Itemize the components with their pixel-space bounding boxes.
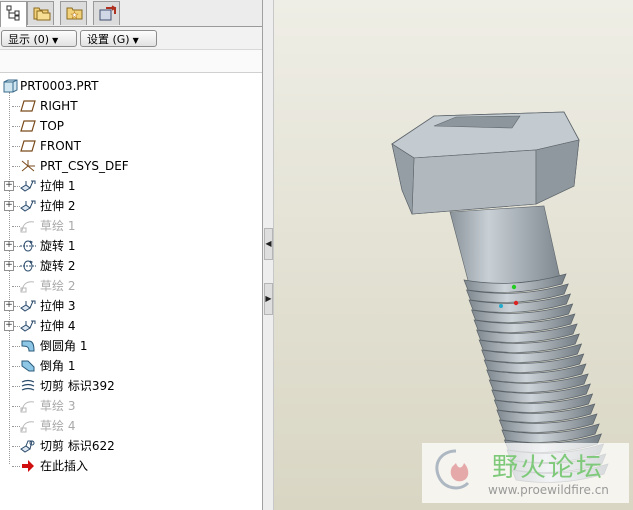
- tree-item-label: 草绘 4: [40, 419, 76, 433]
- graphics-viewport[interactable]: [274, 0, 633, 510]
- model-tree: PRT0003.PRT RIGHT TOP FRONT PRT_CSYS_DEF…: [0, 76, 262, 476]
- tree-item-label: TOP: [40, 119, 65, 133]
- tree-item[interactable]: RIGHT: [0, 96, 262, 116]
- settings-dropdown[interactable]: 设置 (G) ▼: [80, 30, 157, 47]
- forum-watermark: 野火论坛 www.proewildfire.cn: [422, 443, 629, 503]
- tab-model-tree[interactable]: [0, 1, 27, 27]
- panel-splitter[interactable]: ◀ ▶: [263, 0, 274, 510]
- expand-icon[interactable]: +: [4, 241, 14, 251]
- tree-item-label: 草绘 2: [40, 279, 76, 293]
- bolt-model: [391, 111, 609, 483]
- tree-item-label: 在此插入: [40, 459, 89, 473]
- tree-item-label: 草绘 1: [40, 219, 76, 233]
- settings-dropdown-label: 设置 (G): [87, 33, 130, 46]
- tab-folder-browser[interactable]: [27, 1, 54, 25]
- expand-icon[interactable]: +: [4, 261, 14, 271]
- tree-item-label: 拉伸 2: [40, 199, 76, 213]
- tree-item[interactable]: 草绘 1: [0, 216, 262, 236]
- chevron-right-icon: ▶: [265, 294, 272, 303]
- tree-root-item[interactable]: PRT0003.PRT: [0, 76, 262, 96]
- tree-item-insert-here[interactable]: 在此插入: [0, 456, 262, 476]
- tree-item[interactable]: + 拉伸 3: [0, 296, 262, 316]
- tree-toolbar: 显示 (0) ▼ 设置 (G) ▼: [0, 27, 262, 49]
- tree-item[interactable]: 倒角 1: [0, 356, 262, 376]
- part-icon: [3, 79, 18, 93]
- tree-item-label: 倒角 1: [40, 359, 76, 373]
- tree-item-label: 草绘 3: [40, 399, 76, 413]
- chevron-down-icon: ▼: [132, 36, 139, 45]
- tree-item-label: RIGHT: [40, 99, 78, 113]
- helical-cut-icon: [21, 379, 35, 391]
- chevron-left-icon: ◀: [265, 239, 272, 248]
- tree-item[interactable]: 切剪 标识392: [0, 376, 262, 396]
- tree-item[interactable]: FRONT: [0, 136, 262, 156]
- show-dropdown[interactable]: 显示 (0) ▼: [1, 30, 77, 47]
- csys-icon: [21, 160, 35, 172]
- chamfer-icon: [21, 360, 35, 372]
- expand-icon[interactable]: +: [4, 201, 14, 211]
- extrude-icon: [20, 300, 36, 312]
- tree-item-label: FRONT: [40, 139, 81, 153]
- folder-browser-icon: [33, 7, 51, 21]
- tree-item[interactable]: TOP: [0, 116, 262, 136]
- extrude-icon: [20, 200, 36, 212]
- expand-right-button[interactable]: ▶: [264, 283, 273, 315]
- tree-item[interactable]: 切剪 标识622: [0, 436, 262, 456]
- tree-item-label: 拉伸 1: [40, 179, 76, 193]
- expand-icon[interactable]: +: [4, 181, 14, 191]
- expand-icon[interactable]: +: [4, 321, 14, 331]
- tree-item-label: 倒圆角 1: [40, 339, 88, 353]
- tree-item-label: 旋转 2: [40, 259, 76, 273]
- connections-icon: [99, 5, 117, 21]
- favorites-icon: [66, 7, 83, 20]
- sketch-icon: [20, 401, 35, 413]
- cut-icon: [20, 440, 35, 453]
- tree-item[interactable]: 草绘 2: [0, 276, 262, 296]
- datum-plane-icon: [20, 140, 36, 152]
- forum-logo-icon: [435, 449, 470, 490]
- datum-plane-icon: [20, 120, 36, 132]
- revolve-icon: [20, 240, 36, 252]
- sketch-icon: [20, 221, 35, 233]
- tab-connections[interactable]: [93, 1, 120, 25]
- tree-item-label: PRT0003.PRT: [20, 79, 99, 93]
- watermark-url: www.proewildfire.cn: [488, 483, 609, 497]
- sketch-icon: [20, 421, 35, 433]
- tree-item-label: 切剪 标识392: [40, 379, 115, 393]
- expand-icon[interactable]: +: [4, 301, 14, 311]
- watermark-text: 野火论坛: [492, 453, 605, 483]
- tree-item[interactable]: + 旋转 1: [0, 236, 262, 256]
- tree-item[interactable]: 倒圆角 1: [0, 336, 262, 356]
- tree-item[interactable]: + 拉伸 1: [0, 176, 262, 196]
- datum-plane-icon: [20, 100, 36, 112]
- tree-item-label: 旋转 1: [40, 239, 76, 253]
- tree-item[interactable]: PRT_CSYS_DEF: [0, 156, 262, 176]
- navigator-tabs: [0, 0, 262, 27]
- tree-item[interactable]: 草绘 4: [0, 416, 262, 436]
- insert-here-arrow-icon: [22, 460, 34, 472]
- show-dropdown-label: 显示 (0): [8, 33, 50, 46]
- extrude-icon: [20, 320, 36, 332]
- tree-item-label: 切剪 标识622: [40, 439, 115, 453]
- tree-filter-area: [0, 49, 262, 73]
- tree-item[interactable]: + 拉伸 4: [0, 316, 262, 336]
- tree-item[interactable]: + 旋转 2: [0, 256, 262, 276]
- tab-favorites[interactable]: [60, 1, 87, 25]
- tree-item-label: 拉伸 3: [40, 299, 76, 313]
- model-tree-panel: 显示 (0)▼ 设置 (G)▼ PRT0003.PRT RIGHT TOP: [0, 0, 263, 510]
- model-tree-icon: [6, 5, 20, 21]
- collapse-left-button[interactable]: ◀: [264, 228, 273, 260]
- round-icon: [21, 340, 35, 352]
- revolve-icon: [20, 260, 36, 272]
- tree-item-label: PRT_CSYS_DEF: [40, 159, 129, 173]
- tree-item[interactable]: 草绘 3: [0, 396, 262, 416]
- tree-item[interactable]: + 拉伸 2: [0, 196, 262, 216]
- extrude-icon: [20, 180, 36, 192]
- tree-item-label: 拉伸 4: [40, 319, 76, 333]
- sketch-icon: [20, 281, 35, 293]
- chevron-down-icon: ▼: [52, 36, 59, 45]
